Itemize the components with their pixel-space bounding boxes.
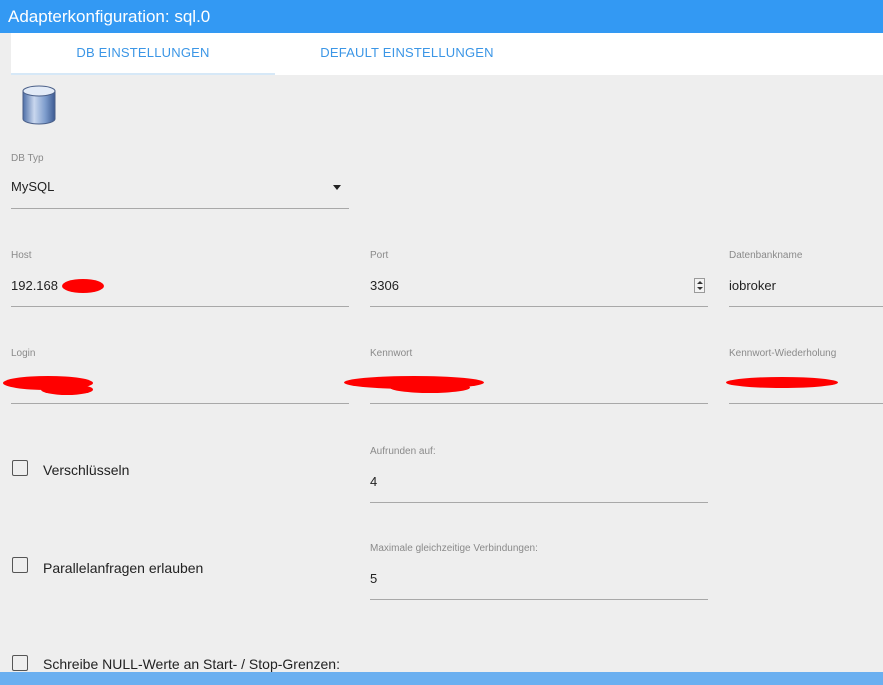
stepper-up-icon[interactable]	[697, 281, 703, 284]
password-repeat-label: Kennwort-Wiederholung	[729, 348, 837, 359]
tab-default-settings[interactable]: DEFAULT EINSTELLUNGEN	[275, 33, 539, 75]
redaction-mark	[41, 384, 93, 395]
redaction-mark	[726, 377, 838, 388]
null-values-label: Schreibe NULL-Werte an Start- / Stop-Gre…	[43, 656, 340, 672]
null-values-checkbox[interactable]	[12, 655, 28, 671]
login-underline	[11, 403, 349, 404]
max-connections-input[interactable]: 5	[370, 571, 377, 586]
password-field[interactable]: Kennwort	[344, 348, 708, 406]
host-field[interactable]: Host 192.168	[11, 250, 349, 308]
db-type-underline	[11, 208, 349, 209]
parallel-checkbox[interactable]	[12, 557, 28, 573]
database-icon	[21, 84, 57, 131]
login-label: Login	[11, 348, 36, 359]
round-input[interactable]: 4	[370, 474, 377, 489]
db-type-label: DB Typ	[11, 153, 44, 164]
port-field[interactable]: Port 3306	[370, 250, 708, 308]
encrypt-label: Verschlüsseln	[43, 462, 130, 478]
max-connections-field[interactable]: Maximale gleichzeitige Verbindungen: 5	[370, 543, 708, 601]
password-underline	[370, 403, 708, 404]
db-name-field[interactable]: Datenbankname iobroker	[729, 250, 883, 308]
db-type-value: MySQL	[11, 179, 55, 194]
port-stepper[interactable]	[694, 278, 705, 293]
port-label: Port	[370, 250, 389, 261]
host-label: Host	[11, 250, 32, 261]
stepper-down-icon[interactable]	[697, 287, 703, 290]
login-field[interactable]: Login	[3, 348, 349, 406]
redaction-mark	[62, 279, 104, 293]
max-connections-label: Maximale gleichzeitige Verbindungen:	[370, 543, 538, 554]
password-repeat-field[interactable]: Kennwort-Wiederholung	[726, 348, 883, 406]
tab-bar: DB EINSTELLUNGEN DEFAULT EINSTELLUNGEN	[11, 33, 883, 75]
db-name-label: Datenbankname	[729, 250, 803, 261]
max-connections-underline	[370, 599, 708, 600]
round-underline	[370, 502, 708, 503]
host-underline	[11, 306, 349, 307]
round-label: Aufrunden auf:	[370, 446, 436, 457]
db-name-underline	[729, 306, 883, 307]
port-underline	[370, 306, 708, 307]
bottom-bar	[0, 672, 883, 685]
tab-db-settings[interactable]: DB EINSTELLUNGEN	[11, 33, 275, 75]
chevron-down-icon[interactable]	[333, 185, 341, 190]
round-field[interactable]: Aufrunden auf: 4	[370, 446, 708, 504]
encrypt-checkbox[interactable]	[12, 460, 28, 476]
password-label: Kennwort	[370, 348, 413, 359]
window-title: Adapterkonfiguration: sql.0	[0, 0, 883, 33]
port-input[interactable]: 3306	[370, 278, 399, 293]
db-name-input[interactable]: iobroker	[729, 278, 776, 293]
password-repeat-underline	[729, 403, 883, 404]
redaction-mark	[390, 382, 470, 393]
parallel-label: Parallelanfragen erlauben	[43, 560, 204, 576]
host-input[interactable]: 192.168	[11, 278, 58, 293]
db-type-select[interactable]: DB Typ MySQL	[11, 153, 349, 209]
